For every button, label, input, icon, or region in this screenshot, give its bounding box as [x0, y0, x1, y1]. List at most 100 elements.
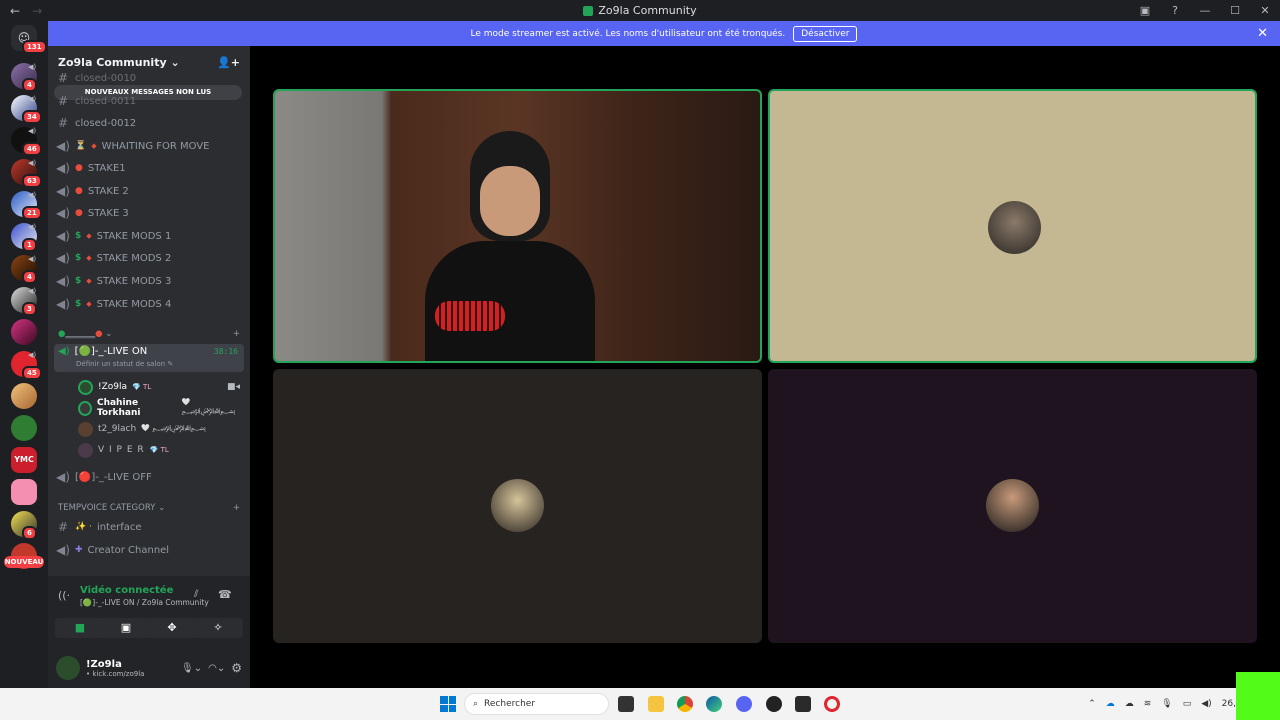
microphone-icon[interactable]: 🎙︎	[1161, 699, 1172, 709]
category-label: TEMPVOICE CATEGORY	[58, 503, 156, 513]
red-dot-icon: ●	[75, 208, 83, 218]
server-icon[interactable]	[11, 479, 37, 505]
member-name: t2_9lach	[98, 424, 137, 434]
chrome-icon[interactable]	[677, 696, 693, 712]
settings-gear-icon[interactable]: ⚙	[231, 661, 242, 675]
server-badge: 21	[22, 206, 42, 220]
user-info[interactable]: !Zo9la • kick.com/zo9la	[86, 659, 144, 678]
channel-label: STAKE MODS 4	[96, 298, 172, 310]
speaker-icon: ◀)	[56, 543, 70, 557]
file-explorer-icon[interactable]	[648, 696, 664, 712]
voice-channel-item[interactable]: ◀) $ ◆ STAKE MODS 4	[56, 294, 242, 314]
member-name: V I P E R	[98, 445, 145, 455]
voice-channel-item[interactable]: ◀) ⏳ ◆ WHAITING FOR MOVE	[56, 136, 242, 156]
voice-channel-item[interactable]: ◀) $ ◆ STAKE MODS 1	[56, 226, 242, 246]
onedrive-icon[interactable]: ☁	[1106, 699, 1115, 709]
discord-icon[interactable]	[736, 696, 752, 712]
chevron-down-icon: ⌄	[170, 55, 180, 69]
channel-item[interactable]: # ✨ · interface	[56, 517, 242, 537]
member-tag: 🤍 ﷽	[141, 424, 206, 432]
maximize-icon[interactable]: ☐	[1220, 4, 1250, 17]
taskbar-search[interactable]: ⌕ Rechercher	[464, 693, 609, 715]
add-channel-icon[interactable]: +	[233, 329, 240, 339]
window-title-wrap: Zo9la Community	[0, 4, 1280, 17]
voice-member[interactable]: t2_9lach 🤍 ﷽	[78, 420, 240, 438]
disable-streamer-button[interactable]: Désactiver	[793, 25, 858, 42]
voice-member[interactable]: !Zo9la 💎 TL ■◂	[78, 378, 240, 396]
hourglass-icon: ⏳	[75, 141, 87, 151]
voice-status: Vidéo connectée	[80, 585, 174, 596]
display-icon[interactable]: ▭	[1183, 699, 1192, 709]
add-channel-icon[interactable]: +	[233, 503, 240, 513]
chevron-down-icon: ⌄	[105, 329, 113, 339]
active-voice-channel[interactable]: ◀) [🟢]-_-LIVE ON 38:16 Définir un statut…	[54, 344, 244, 372]
video-tile-avatar[interactable]	[768, 89, 1257, 363]
set-channel-status[interactable]: Définir un statut de salon ✎	[76, 360, 173, 368]
chevron-up-icon[interactable]: ⌃	[1088, 699, 1096, 709]
voice-member[interactable]: Chahine Torkhani 🤍 ﷽	[78, 398, 240, 418]
video-tile-avatar[interactable]	[273, 369, 762, 643]
camera-button[interactable]: ■	[55, 618, 105, 638]
opera-icon[interactable]	[824, 696, 840, 712]
close-window-icon[interactable]: ✕	[1250, 4, 1280, 17]
invite-member-icon[interactable]: 👤+	[217, 56, 240, 69]
server-icon[interactable]: YMC	[11, 447, 37, 473]
app-icon[interactable]	[766, 696, 782, 712]
voice-channel-item[interactable]: ◀) ● STAKE 3	[56, 203, 242, 223]
epic-games-icon[interactable]	[795, 696, 811, 712]
voice-channel-item[interactable]: ◀) $ ◆ STAKE MODS 2	[56, 248, 242, 268]
voice-channel-item[interactable]: ◀) ● STAKE 2	[56, 181, 242, 201]
minimize-icon[interactable]: —	[1190, 4, 1220, 17]
avatar[interactable]	[56, 656, 80, 680]
headphones-icon[interactable]: ◠⌄	[208, 663, 225, 674]
category-header-live[interactable]: ●‗‗‗‗‗‗‗● ⌄ +	[58, 329, 240, 339]
forward-arrow-icon[interactable]: →	[32, 4, 42, 18]
channel-item[interactable]: # closed-0011	[56, 91, 242, 111]
speaker-icon: ◀)	[56, 229, 70, 243]
avatar	[988, 201, 1041, 254]
video-tile-camera[interactable]	[273, 89, 762, 363]
inbox-icon[interactable]: ▣	[1130, 4, 1160, 17]
avatar	[78, 400, 92, 416]
screen-share-button[interactable]: ▣	[101, 618, 151, 638]
server-badge: 45	[22, 366, 42, 380]
back-arrow-icon[interactable]: ←	[10, 4, 20, 18]
channel-label: STAKE MODS 1	[96, 230, 172, 242]
voice-location[interactable]: [🟢]-_-LIVE ON / Zo9la Community	[80, 598, 209, 607]
task-view-icon[interactable]	[618, 696, 634, 712]
hash-icon: #	[57, 94, 69, 108]
noise-suppression-icon[interactable]: ⫽	[194, 589, 198, 600]
server-badge: 6	[22, 526, 37, 540]
help-icon[interactable]: ?	[1160, 4, 1190, 17]
window-controls: ▣ ? — ☐ ✕	[1130, 0, 1280, 21]
chevron-down-icon: ⌄	[158, 503, 166, 513]
soundboard-button[interactable]: ✧	[193, 618, 243, 638]
category-header-tempvoice[interactable]: TEMPVOICE CATEGORY ⌄ +	[58, 503, 240, 513]
speaker-icon: ◀)	[56, 297, 70, 311]
voice-active-icon: ◀)	[58, 346, 70, 357]
volume-icon[interactable]: ◀)	[1201, 699, 1211, 709]
channel-label: STAKE MODS 2	[96, 252, 172, 264]
disconnect-icon[interactable]: ☎	[218, 588, 232, 601]
red-dot-icon: ●	[75, 186, 83, 196]
edge-icon[interactable]	[706, 696, 722, 712]
voice-channel-item[interactable]: ◀) $ ◆ STAKE MODS 3	[56, 271, 242, 291]
cloud-icon[interactable]: ☁	[1125, 699, 1134, 709]
server-icon[interactable]	[11, 415, 37, 441]
clock[interactable]: 26,	[1222, 699, 1236, 709]
voice-member[interactable]: V I P E R 💎 TL	[78, 441, 240, 459]
voice-channel-item[interactable]: ◀) ● STAKE1	[56, 158, 242, 178]
network-icon[interactable]: ≋	[1144, 699, 1152, 709]
channel-label: closed-0011	[75, 95, 137, 107]
server-icon[interactable]	[11, 319, 37, 345]
activities-button[interactable]: ✥	[147, 618, 197, 638]
channel-item[interactable]: # closed-0012	[56, 113, 242, 133]
microphone-icon[interactable]: 🎙︎⌄	[181, 663, 202, 674]
voice-channel-item[interactable]: ◀) ✚ Creator Channel	[56, 540, 242, 560]
avatar	[78, 442, 93, 458]
voice-channel-item[interactable]: ◀) [🔴]-_-LIVE OFF	[56, 467, 242, 487]
start-windows-icon[interactable]	[440, 696, 456, 712]
banner-close-icon[interactable]: ✕	[1257, 26, 1268, 41]
server-icon[interactable]	[11, 383, 37, 409]
video-tile-avatar[interactable]	[768, 369, 1257, 643]
